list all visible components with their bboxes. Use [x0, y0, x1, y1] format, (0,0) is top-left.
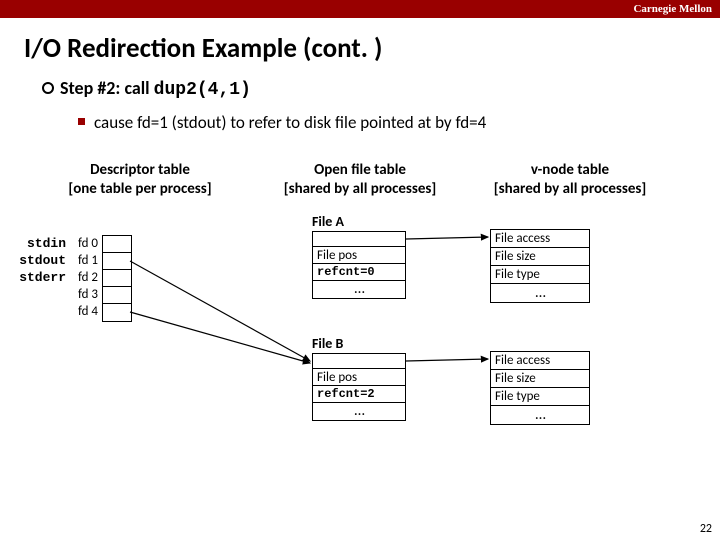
file-b-entry: File pos refcnt=2 …: [312, 353, 406, 421]
fd4-label: fd 4: [72, 303, 98, 320]
step-code: dup2(4,1): [154, 80, 251, 100]
vnode-a-access: File access: [491, 230, 589, 248]
vnode-b-size: File size: [491, 370, 589, 388]
file-b-label: File B: [312, 335, 343, 352]
stdout-label: stdout: [18, 252, 66, 269]
sub-bullet: cause fd=1 (stdout) to refer to disk fil…: [78, 112, 720, 133]
file-a-refcnt: refcnt=0: [313, 264, 405, 281]
diagram: stdin stdout stderr fd 0 fd 1 fd 2 fd 3 …: [0, 213, 720, 483]
file-a-pos: File pos: [313, 247, 405, 264]
bullet-list: Step #2: call dup2(4,1) cause fd=1 (stdo…: [42, 77, 720, 133]
file-b-hdr: [313, 354, 405, 369]
oft-title: Open file table: [260, 161, 460, 180]
vnode-title: v-node table: [470, 161, 670, 180]
fd-slot-1: [103, 253, 131, 270]
file-b-dots: …: [313, 403, 405, 420]
fd1-label: fd 1: [72, 252, 98, 269]
oft-sub: [shared by all processes]: [260, 180, 460, 199]
step-bullet: Step #2: call dup2(4,1): [42, 77, 720, 100]
slide-title: I/O Redirection Example (cont. ): [24, 32, 720, 65]
vnode-a-dots: …: [491, 284, 589, 302]
stderr-label: stderr: [18, 269, 66, 286]
descriptor-header: Descriptor table [one table per process]: [30, 161, 250, 199]
vnode-a-size: File size: [491, 248, 589, 266]
vnode-a-type: File type: [491, 266, 589, 284]
file-a-hdr: [313, 232, 405, 247]
vnode-b: File access File size File type …: [490, 351, 590, 425]
step-prefix: Step #2: call: [60, 77, 154, 99]
file-b-refcnt: refcnt=2: [313, 386, 405, 403]
descriptor-sub: [one table per process]: [30, 180, 250, 199]
vnode-header: v-node table [shared by all processes]: [470, 161, 670, 199]
brand-bar: Carnegie Mellon: [0, 0, 720, 18]
brand-text: Carnegie Mellon: [633, 3, 712, 15]
file-a-dots: …: [313, 281, 405, 298]
fd-slot-2: [103, 270, 131, 287]
stdin-label: stdin: [18, 235, 66, 252]
file-a-label: File A: [312, 213, 344, 230]
fd-slot-3: [103, 287, 131, 304]
vnode-a: File access File size File type …: [490, 229, 590, 303]
fd2-label: fd 2: [72, 269, 98, 286]
vnode-b-type: File type: [491, 388, 589, 406]
file-a-entry: File pos refcnt=0 …: [312, 231, 406, 299]
descriptor-table: [102, 235, 132, 322]
vnode-sub: [shared by all processes]: [470, 180, 670, 199]
oft-header: Open file table [shared by all processes…: [260, 161, 460, 199]
fd-slot-4: [103, 304, 131, 321]
descriptor-title: Descriptor table: [30, 161, 250, 180]
page-number: 22: [700, 522, 712, 536]
fd3-label: fd 3: [72, 286, 98, 303]
vnode-b-dots: …: [491, 406, 589, 424]
fd-labels: fd 0 fd 1 fd 2 fd 3 fd 4: [72, 235, 98, 320]
std-names: stdin stdout stderr: [18, 235, 66, 286]
file-b-pos: File pos: [313, 369, 405, 386]
table-headers: Descriptor table [one table per process]…: [0, 161, 720, 199]
vnode-b-access: File access: [491, 352, 589, 370]
fd0-label: fd 0: [72, 235, 98, 252]
fd-slot-0: [103, 236, 131, 253]
